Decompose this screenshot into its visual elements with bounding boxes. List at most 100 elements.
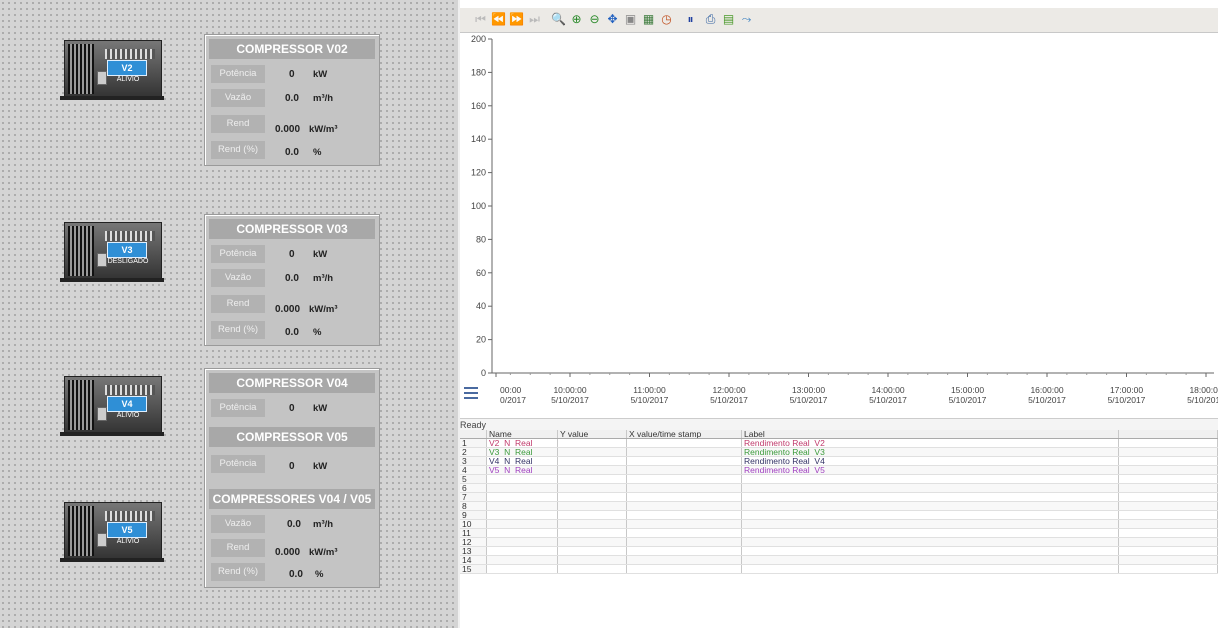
compressor-v2-image[interactable]: V2 ALIVIO: [60, 40, 164, 100]
original-view-icon[interactable]: ▣: [622, 11, 639, 28]
row-number: 5: [460, 474, 487, 484]
row-name: [486, 501, 558, 511]
x-tick-time: 12:00:00: [712, 385, 745, 395]
select-ruler-icon[interactable]: ▦: [640, 11, 657, 28]
col-header-num[interactable]: [460, 430, 487, 439]
row-x-value: [626, 537, 742, 547]
row-x-value: [626, 528, 742, 538]
vazao-label: Vazão: [211, 89, 265, 107]
rendpct-label: Rend (%): [211, 321, 265, 339]
rendpct-value: 0.0: [289, 569, 303, 580]
config-icon[interactable]: ▤: [720, 11, 737, 28]
row-x-value: [626, 447, 742, 457]
row-y-value: [557, 474, 627, 484]
row-y-value: [557, 492, 627, 502]
x-tick-time: 16:00:00: [1030, 385, 1063, 395]
rend-label: Rend: [211, 115, 265, 133]
x-tick-date: 5/10/2017: [869, 395, 907, 405]
row-extra: [1118, 528, 1218, 538]
pause-icon[interactable]: ⏸: [682, 11, 699, 28]
zoom-out-icon[interactable]: ⊖: [586, 11, 603, 28]
x-tick-time: 10:00:00: [553, 385, 586, 395]
potencia-unit: kW: [313, 69, 328, 80]
row-y-value: [557, 519, 627, 529]
x-tick-time: 17:00:00: [1110, 385, 1143, 395]
row-y-value: [557, 555, 627, 565]
table-row[interactable]: 6: [460, 483, 1218, 493]
row-extra: [1118, 501, 1218, 511]
row-extra: [1118, 456, 1218, 466]
table-row[interactable]: 4 V5_N_Real Rendimento Real_V5: [460, 465, 1218, 475]
y-tick-label: 120: [471, 168, 486, 178]
trend-chart[interactable]: 200 180 160 140 120 100 80 60 40 20 0 00:00 0/2017 10…: [460, 33, 1218, 417]
table-row[interactable]: 15: [460, 564, 1218, 574]
table-row[interactable]: 2 V3_N_Real Rendimento Real_V3: [460, 447, 1218, 457]
table-row[interactable]: 7: [460, 492, 1218, 502]
row-y-value: [557, 564, 627, 574]
table-row[interactable]: 5: [460, 474, 1218, 484]
row-number: 9: [460, 510, 487, 520]
time-icon[interactable]: ◷: [658, 11, 675, 28]
row-y-value: [557, 528, 627, 538]
zoom-in-icon[interactable]: ⊕: [568, 11, 585, 28]
row-y-value: [557, 447, 627, 457]
col-header-extra[interactable]: [1118, 430, 1218, 439]
y-tick-label: 200: [471, 34, 486, 44]
row-extra: [1118, 537, 1218, 547]
row-x-value: [626, 456, 742, 466]
col-header-label[interactable]: Label: [741, 430, 1119, 439]
potencia-label: Potência: [211, 399, 265, 417]
compressor-status: ALIVIO: [116, 538, 140, 545]
col-header-x[interactable]: X value/time stamp: [626, 430, 742, 439]
row-name: V3_N_Real: [486, 447, 558, 457]
row-number: 13: [460, 546, 487, 556]
table-row[interactable]: 3 V4_N_Real Rendimento Real_V4: [460, 456, 1218, 466]
panel-compressor-v04-v05: COMPRESSOR V04 Potência 0 kW COMPRESSOR …: [204, 368, 380, 588]
export-icon[interactable]: ⤳: [738, 11, 755, 28]
compressor-v4-image[interactable]: V4 ALIVIO: [60, 376, 164, 436]
compressor-status: ALIVIO: [116, 76, 140, 83]
table-row[interactable]: 8: [460, 501, 1218, 511]
potencia-value: 0: [289, 461, 295, 472]
print-icon[interactable]: ⎙: [702, 11, 719, 28]
row-x-value: [626, 501, 742, 511]
table-row[interactable]: 9: [460, 510, 1218, 520]
table-row[interactable]: 1 V2_N_Real Rendimento Real_V2: [460, 438, 1218, 448]
table-row[interactable]: 12: [460, 537, 1218, 547]
x-tick-date: 0/2017: [500, 395, 526, 405]
row-name: [486, 564, 558, 574]
row-label: Rendimento Real_V3: [741, 447, 1119, 457]
pan-icon[interactable]: ✥: [604, 11, 621, 28]
rend-value: 0.000: [275, 304, 301, 315]
table-row[interactable]: 11: [460, 528, 1218, 538]
compressor-v3-image[interactable]: V3 DESLIGADO: [60, 222, 164, 282]
row-number: 12: [460, 537, 487, 547]
rend-unit: kW/m³: [309, 304, 338, 315]
prev-page-icon[interactable]: ⏪: [490, 11, 507, 28]
row-extra: [1118, 555, 1218, 565]
last-page-icon[interactable]: ⏭: [526, 11, 543, 28]
row-x-value: [626, 474, 742, 484]
x-tick-date: 5/10/2017: [1028, 395, 1066, 405]
y-tick-label: 140: [471, 134, 486, 144]
panel-title-v04: COMPRESSOR V04: [209, 373, 375, 393]
table-row[interactable]: 10: [460, 519, 1218, 529]
row-number: 6: [460, 483, 487, 493]
next-page-icon[interactable]: ⏩: [508, 11, 525, 28]
col-header-y[interactable]: Y value: [557, 430, 627, 439]
table-row[interactable]: 13: [460, 546, 1218, 556]
compressor-v5-image[interactable]: V5 ALIVIO: [60, 502, 164, 562]
first-page-icon[interactable]: ⏮: [472, 11, 489, 28]
y-tick-label: 100: [471, 201, 486, 211]
row-extra: [1118, 447, 1218, 457]
rend-unit: kW/m³: [309, 124, 338, 135]
table-row[interactable]: 14: [460, 555, 1218, 565]
potencia-value: 0: [289, 249, 295, 260]
potencia-label: Potência: [211, 455, 265, 473]
col-header-name[interactable]: Name: [486, 430, 558, 439]
row-name: V2_N_Real: [486, 438, 558, 448]
row-number: 11: [460, 528, 487, 538]
panel-title: COMPRESSOR V02: [209, 39, 375, 59]
zoom-area-icon[interactable]: 🔍: [550, 11, 567, 28]
x-tick-time: 15:00:00: [951, 385, 984, 395]
